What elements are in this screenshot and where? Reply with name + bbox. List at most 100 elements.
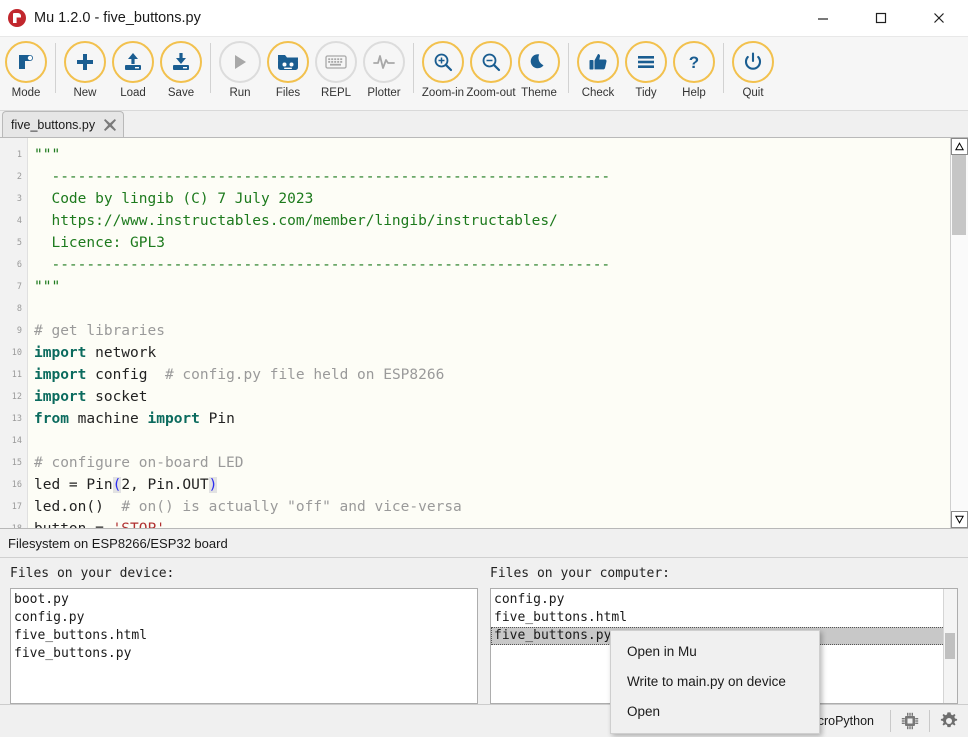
device-file-item[interactable]: boot.py [11, 591, 477, 609]
window-title: Mu 1.2.0 - five_buttons.py [34, 10, 794, 26]
toolbar-label-quit: Quit [742, 87, 763, 99]
device-files-caption: Files on your device: [10, 566, 478, 581]
toolbar-separator-5 [723, 43, 724, 93]
code-line [34, 430, 950, 452]
device-file-item[interactable]: five_buttons.html [11, 627, 477, 645]
toolbar-button-load[interactable]: Load [109, 37, 157, 107]
toolbar-label-zoom-in: Zoom-in [422, 87, 464, 99]
code-token: import [34, 345, 86, 361]
code-line: button = 'STOP' [34, 518, 950, 528]
toolbar-button-check[interactable]: Check [574, 37, 622, 107]
line-number: 14 [0, 430, 27, 452]
mode-icon [5, 41, 47, 83]
toolbar-button-repl[interactable]: REPL [312, 37, 360, 107]
minimize-button[interactable] [794, 0, 852, 36]
toolbar-button-run[interactable]: Run [216, 37, 264, 107]
code-line: Code by lingib (C) 7 July 2023 [34, 188, 950, 210]
toolbar-button-quit[interactable]: Quit [729, 37, 777, 107]
code-token: # on() is actually "off" and vice-versa [121, 499, 461, 515]
toolbar-button-mode[interactable]: Mode [2, 37, 50, 107]
close-button[interactable] [910, 0, 968, 36]
scrollbar-track[interactable] [951, 155, 968, 511]
device-file-item[interactable]: config.py [11, 609, 477, 627]
code-text-area[interactable]: """ ------------------------------------… [28, 138, 950, 528]
code-line: https://www.instructables.com/member/lin… [34, 210, 950, 232]
close-tab-icon[interactable] [103, 118, 117, 132]
code-token: ( [113, 477, 122, 493]
toolbar-button-save[interactable]: Save [157, 37, 205, 107]
toolbar-label-plotter: Plotter [367, 87, 400, 99]
line-number: 8 [0, 298, 27, 320]
line-number: 18 [0, 518, 27, 529]
window-controls [794, 0, 968, 36]
code-token: """ [34, 279, 60, 295]
code-token: Code by lingib (C) 7 July 2023 [34, 191, 313, 207]
computer-files-caption: Files on your computer: [490, 566, 958, 581]
toolbar-button-plotter[interactable]: Plotter [360, 37, 408, 107]
toolbar-button-zoom-in[interactable]: Zoom-in [419, 37, 467, 107]
computer-list-scrollbar[interactable] [943, 589, 957, 703]
line-number: 11 [0, 364, 27, 386]
code-line: import network [34, 342, 950, 364]
code-token: ) [209, 477, 218, 493]
code-token: button = [34, 521, 113, 528]
toolbar-button-files[interactable]: Files [264, 37, 312, 107]
code-token: import [34, 367, 86, 383]
scroll-down-icon[interactable] [951, 511, 968, 528]
code-token: Pin [200, 411, 235, 427]
line-number: 1 [0, 144, 27, 166]
chip-icon[interactable] [897, 708, 923, 734]
code-token: import [34, 389, 86, 405]
line-number: 4 [0, 210, 27, 232]
file-context-menu[interactable]: Open in MuWrite to main.py on deviceOpen [610, 630, 820, 734]
line-number: 5 [0, 232, 27, 254]
zoom-out-icon [470, 41, 512, 83]
scrollbar-thumb[interactable] [952, 155, 966, 235]
gear-icon[interactable] [936, 708, 962, 734]
device-file-item[interactable]: five_buttons.py [11, 645, 477, 663]
tab-five-buttons-py[interactable]: five_buttons.py [2, 111, 124, 137]
mu-editor-window: Mu 1.2.0 - five_buttons.py Mode [0, 0, 968, 737]
computer-file-item[interactable]: config.py [491, 591, 957, 609]
code-token: ----------------------------------------… [34, 257, 610, 273]
editor-vertical-scrollbar[interactable] [950, 138, 968, 528]
zoom-in-icon [422, 41, 464, 83]
toolbar-button-tidy[interactable]: Tidy [622, 37, 670, 107]
toolbar-button-theme[interactable]: Theme [515, 37, 563, 107]
mu-logo-icon [8, 9, 26, 27]
line-number: 15 [0, 452, 27, 474]
code-line: """ [34, 144, 950, 166]
code-token: from [34, 411, 69, 427]
maximize-button[interactable] [852, 0, 910, 36]
filesystem-pane: Files on your device: boot.pyconfig.pyfi… [0, 558, 968, 704]
context-menu-item[interactable]: Open [611, 697, 819, 727]
line-number: 7 [0, 276, 27, 298]
toolbar-button-help[interactable]: ? Help [670, 37, 718, 107]
toolbar-separator-2 [210, 43, 211, 93]
scroll-up-icon[interactable] [951, 138, 968, 155]
computer-list-scroll-thumb[interactable] [945, 633, 955, 659]
code-editor[interactable]: 123456789101112131415161718 """ --------… [0, 138, 968, 529]
plus-icon [64, 41, 106, 83]
toolbar-label-zoom-out: Zoom-out [466, 87, 515, 99]
filesystem-header: Filesystem on ESP8266/ESP32 board [0, 529, 968, 558]
toolbar-label-files: Files [276, 87, 300, 99]
device-files-list[interactable]: boot.pyconfig.pyfive_buttons.htmlfive_bu… [10, 588, 478, 704]
tab-label: five_buttons.py [11, 118, 95, 132]
line-number: 13 [0, 408, 27, 430]
toolbar-button-new[interactable]: New [61, 37, 109, 107]
code-token: import [148, 411, 200, 427]
keyboard-icon [315, 41, 357, 83]
context-menu-item[interactable]: Open in Mu [611, 637, 819, 667]
computer-file-item[interactable]: five_buttons.html [491, 609, 957, 627]
code-line: import socket [34, 386, 950, 408]
toolbar-button-zoom-out[interactable]: Zoom-out [467, 37, 515, 107]
code-token: # get libraries [34, 323, 165, 339]
lines-icon [625, 41, 667, 83]
thumbs-up-icon [577, 41, 619, 83]
context-menu-item[interactable]: Write to main.py on device [611, 667, 819, 697]
code-line: """ [34, 276, 950, 298]
toolbar-separator-4 [568, 43, 569, 93]
moon-icon [518, 41, 560, 83]
toolbar-label-repl: REPL [321, 87, 351, 99]
